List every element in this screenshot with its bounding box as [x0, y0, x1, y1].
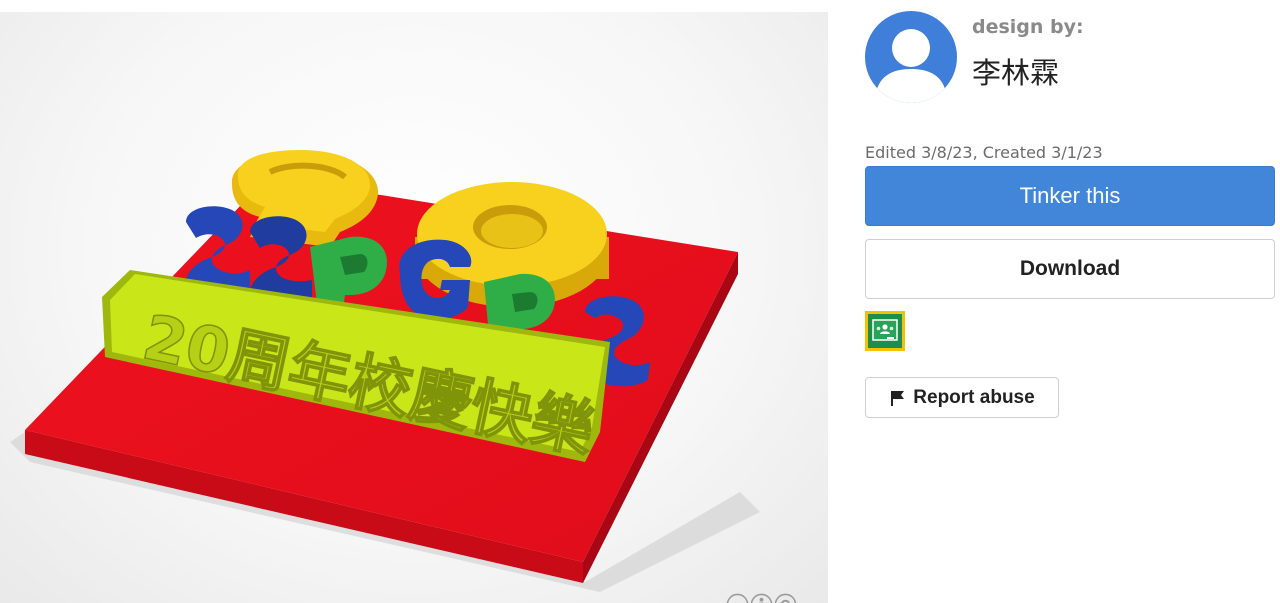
share-alike-icon — [774, 593, 797, 603]
default-user-avatar-icon — [875, 29, 947, 103]
model-render: 20周年校慶快樂 — [10, 150, 760, 592]
report-abuse-button[interactable]: Report abuse — [865, 377, 1059, 418]
design-sidebar: design by: 李林霖 Edited 3/8/23, Created 3/… — [865, 0, 1276, 603]
edit-create-dates: Edited 3/8/23, Created 3/1/23 — [865, 143, 1103, 162]
designer-avatar[interactable] — [865, 11, 957, 103]
model-preview[interactable]: 20周年校慶快樂 cc — [0, 12, 828, 603]
download-label: Download — [1019, 257, 1121, 280]
tinker-this-label: Tinker this — [1019, 183, 1121, 208]
flag-icon — [891, 390, 905, 406]
tinker-this-button[interactable]: Tinker this — [865, 166, 1275, 226]
attribution-icon — [750, 593, 773, 603]
designer-name[interactable]: 李林霖 — [972, 50, 1059, 92]
google-classroom-icon — [872, 319, 898, 341]
license-badges[interactable]: cc — [726, 593, 797, 603]
design-by-label: design by: — [972, 16, 1084, 38]
google-classroom-share-button[interactable] — [865, 311, 905, 351]
page: 20周年校慶快樂 cc — [0, 0, 1280, 603]
download-button[interactable]: Download — [865, 239, 1275, 299]
creative-commons-icon: cc — [726, 593, 749, 603]
report-abuse-label: Report abuse — [913, 386, 1035, 408]
